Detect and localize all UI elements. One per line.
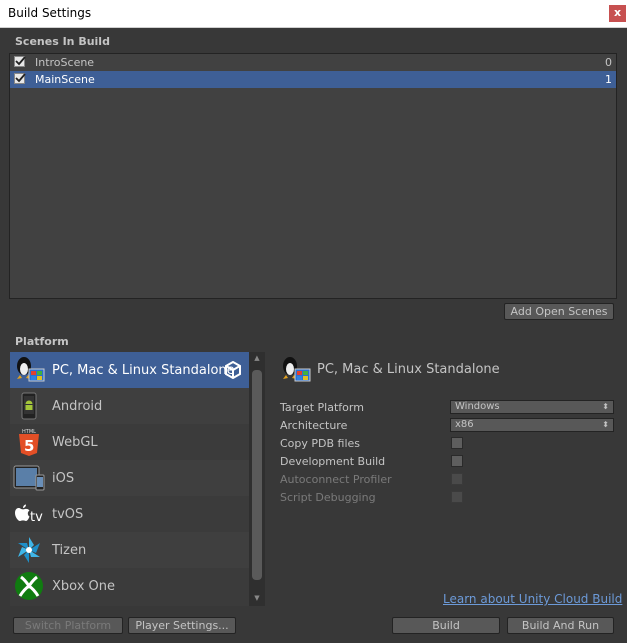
switch-platform-button[interactable]: Switch Platform [13,617,123,634]
scene-index: 0 [605,56,612,69]
add-open-scenes-button[interactable]: Add Open Scenes [504,303,614,320]
checkmark-icon [15,56,26,66]
script-debugging-label: Script Debugging [280,491,376,504]
scene-checkbox[interactable] [14,56,26,67]
build-and-run-button[interactable]: Build And Run [507,617,614,634]
pc-mac-linux-icon [283,357,311,382]
copy-pdb-label: Copy PDB files [280,437,361,450]
platform-item-label: Xbox One [52,579,116,594]
window-title: Build Settings [8,6,92,20]
platform-item-android[interactable]: Android [10,388,249,424]
target-platform-value: Windows [455,401,500,412]
svg-text:5: 5 [24,437,34,455]
architecture-dropdown[interactable]: x86 ⬍ [450,418,614,432]
platform-item-label: PC, Mac & Linux Standalone [52,363,235,378]
scroll-down-icon[interactable]: ▼ [253,594,261,602]
scene-name: IntroScene [35,56,95,69]
xbox-icon [15,572,43,600]
target-platform-label: Target Platform [280,401,364,414]
unity-cloud-build-link[interactable]: Learn about Unity Cloud Build [443,592,622,606]
target-platform-dropdown[interactable]: Windows ⬍ [450,400,614,414]
checkmark-icon [15,73,26,83]
scene-checkbox[interactable] [14,73,26,84]
development-build-label: Development Build [280,455,386,468]
title-bar: Build Settings x [0,0,627,28]
platform-label: Platform [15,335,69,348]
scrollbar-thumb[interactable] [252,370,262,580]
platform-list[interactable]: PC, Mac & Linux Standalone Android HTML … [10,352,249,606]
build-button[interactable]: Build [392,617,500,634]
platform-item-standalone[interactable]: PC, Mac & Linux Standalone [10,352,249,388]
platform-item-label: iOS [52,471,75,486]
platform-item-xbox-one[interactable]: Xbox One [10,568,249,604]
scene-name: MainScene [35,73,95,86]
unity-logo-icon [225,361,241,379]
copy-pdb-checkbox[interactable] [451,437,463,449]
android-icon [21,392,37,420]
platform-item-ios[interactable]: iOS [10,460,249,496]
pc-mac-linux-icon [17,357,45,382]
scene-row[interactable]: MainScene 1 [10,71,616,88]
script-debugging-checkbox [451,491,463,503]
scroll-up-icon[interactable]: ▲ [253,354,261,362]
scene-row[interactable]: IntroScene 0 [10,54,616,71]
ios-device-icon [13,465,45,491]
scenes-in-build-label: Scenes In Build [15,35,110,48]
autoconnect-profiler-label: Autoconnect Profiler [280,473,392,486]
platform-item-tizen[interactable]: Tizen [10,532,249,568]
platform-detail-title: PC, Mac & Linux Standalone [317,362,500,377]
dropdown-caret-icon: ⬍ [602,420,609,429]
architecture-value: x86 [455,419,474,430]
platform-item-label: tvOS [52,507,84,522]
svg-text:tv: tv [30,510,43,525]
player-settings-button[interactable]: Player Settings... [128,617,236,634]
autoconnect-profiler-checkbox [451,473,463,485]
platform-item-label: Tizen [52,543,87,558]
scenes-list[interactable]: IntroScene 0 MainScene 1 [9,53,617,299]
html5-icon: HTML 5 [19,429,39,456]
apple-tv-icon: tv [15,504,43,525]
platform-item-tvos[interactable]: tv tvOS [10,496,249,532]
development-build-checkbox[interactable] [451,455,463,467]
close-button[interactable]: x [609,5,626,22]
platform-item-label: Android [52,399,103,414]
platform-scrollbar[interactable]: ▲ ▼ [249,352,265,606]
platform-item-label: WebGL [52,435,98,450]
platform-item-webgl[interactable]: HTML 5 WebGL [10,424,249,460]
architecture-label: Architecture [280,419,348,432]
scene-index: 1 [605,73,612,86]
dropdown-caret-icon: ⬍ [602,402,609,411]
tizen-icon [18,537,40,563]
